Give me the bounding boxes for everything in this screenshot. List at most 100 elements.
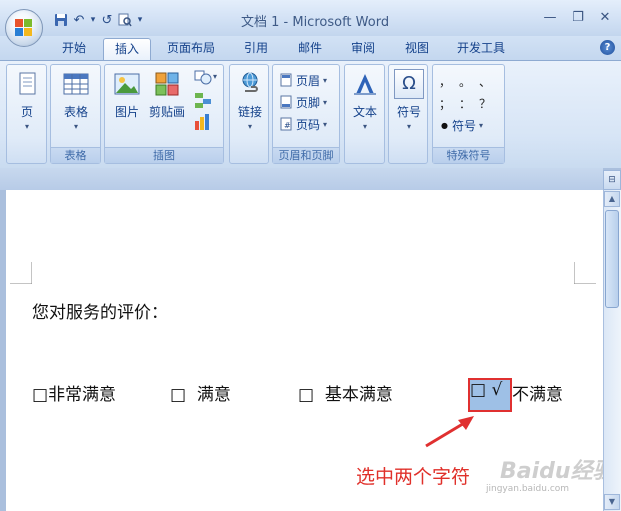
chart-icon[interactable] [193, 113, 213, 131]
checkbox-icon: □ [32, 385, 49, 405]
links-group: 链接 ▾ [229, 64, 269, 164]
crop-mark-left [10, 262, 32, 284]
links-button[interactable]: 链接 ▾ [232, 69, 268, 131]
tab-insert[interactable]: 插入 [103, 38, 151, 60]
option-unsatisfied: 不满意 [512, 380, 563, 405]
view-ruler-icon[interactable]: ⊟ [603, 170, 621, 190]
symbol-semicolon[interactable]: ； [439, 95, 451, 112]
option-label: 非常满意 [48, 385, 117, 405]
crop-mark-right [574, 262, 596, 284]
page-number-icon: # [280, 117, 292, 131]
minimize-button[interactable]: — [537, 7, 563, 27]
checkbox-icon: □ [298, 385, 315, 405]
symbol-comma[interactable]: ， [439, 73, 451, 90]
symbol-colon[interactable]: ： [459, 95, 471, 112]
ribbon: 页 ▾ 表格 ▾ 表格 图片 剪贴画 ▾ 插图 链接 ▾ 页眉 ▾ 页脚 ▾ #… [0, 60, 621, 168]
tab-mailings[interactable]: 邮件 [290, 38, 330, 60]
tab-home[interactable]: 开始 [54, 38, 94, 60]
clipart-label: 剪贴画 [148, 105, 185, 119]
chevron-down-icon: ▾ [479, 120, 484, 130]
restore-button[interactable]: ❐ [565, 7, 591, 27]
text-group: 文本 ▾ [344, 64, 385, 164]
symbols-label: 符号 [396, 105, 421, 119]
option-very-satisfied: □非常满意 [32, 380, 116, 405]
special-symbols-group-label: 特殊符号 [433, 147, 504, 163]
text-button[interactable]: 文本 ▾ [347, 69, 383, 131]
links-label: 链接 [237, 105, 262, 119]
scroll-down-button[interactable]: ▼ [604, 494, 620, 510]
symbol-enumeration-comma[interactable]: 、 [479, 73, 491, 90]
illustrations-group: 图片 剪贴画 ▾ 插图 [104, 64, 224, 164]
link-icon [235, 69, 265, 99]
shapes-icon[interactable]: ▾ [193, 69, 219, 87]
tab-page-layout[interactable]: 页面布局 [160, 38, 222, 60]
pages-group: 页 ▾ [6, 64, 47, 164]
page-icon [12, 69, 42, 99]
option-satisfied: □ 满意 [170, 380, 231, 405]
footer-label: 页脚 [296, 95, 321, 110]
picture-icon [112, 69, 142, 99]
option-label: 满意 [196, 385, 231, 405]
picture-label: 图片 [114, 105, 139, 119]
special-symbol-label: 符号 [451, 118, 476, 133]
tab-view[interactable]: 视图 [397, 38, 437, 60]
special-symbols-group: ， 。 、 ； ： ？ ● 符号 ▾ 特殊符号 [432, 64, 505, 164]
undo-icon[interactable]: ↶ [70, 11, 88, 29]
ruler-strip [0, 168, 603, 190]
header-footer-group: 页眉 ▾ 页脚 ▾ # 页码 ▾ 页眉和页脚 [272, 64, 340, 164]
special-symbol-dropdown[interactable]: ● 符号 ▾ [441, 116, 483, 134]
page-number-button[interactable]: # 页码 ▾ [279, 115, 327, 133]
save-icon[interactable] [52, 11, 70, 29]
pages-label: 页 [20, 105, 33, 119]
watermark-url: jingyan.baidu.com [486, 484, 570, 494]
selected-text: □ √ [470, 380, 503, 400]
window-title: 文档 1 - Microsoft Word [241, 15, 390, 30]
tab-references[interactable]: 引用 [236, 38, 276, 60]
bullet-icon: ● [441, 120, 448, 130]
redo-icon[interactable]: ↺ [98, 11, 116, 29]
table-label: 表格 [63, 105, 88, 119]
clipart-button[interactable]: 剪贴画 [147, 69, 187, 120]
chevron-down-icon: ▾ [323, 119, 328, 129]
annotation-text: 选中两个字符 [356, 466, 471, 488]
table-icon [61, 69, 91, 99]
chevron-down-icon: ▾ [406, 122, 411, 131]
scrollbar-thumb[interactable] [605, 210, 619, 308]
chevron-down-icon: ▾ [73, 122, 78, 131]
header-icon [280, 73, 292, 87]
header-label: 页眉 [296, 73, 321, 88]
footer-button[interactable]: 页脚 ▾ [279, 93, 327, 111]
smartart-icon[interactable] [193, 91, 213, 109]
close-button[interactable]: ✕ [592, 7, 618, 27]
scroll-up-button[interactable]: ▲ [604, 191, 620, 207]
symbol-question[interactable]: ？ [479, 95, 491, 112]
table-button[interactable]: 表格 ▾ [54, 69, 98, 131]
option-label: 不满意 [512, 385, 563, 405]
text-label: 文本 [352, 105, 377, 119]
tab-developer[interactable]: 开发工具 [450, 38, 512, 60]
chevron-down-icon: ▾ [323, 97, 328, 107]
office-button[interactable] [5, 9, 43, 47]
picture-button[interactable]: 图片 [109, 69, 145, 120]
print-preview-icon[interactable] [116, 11, 134, 29]
pages-button[interactable]: 页 ▾ [10, 69, 44, 131]
table-group-label: 表格 [51, 147, 100, 163]
header-footer-group-label: 页眉和页脚 [273, 147, 339, 163]
symbol-period[interactable]: 。 [459, 73, 471, 90]
baidu-watermark: Baidu经验 [500, 459, 615, 484]
help-icon[interactable]: ? [600, 40, 615, 55]
undo-dropdown-icon[interactable]: ▾ [88, 11, 98, 29]
checkbox-icon: □ [170, 385, 187, 405]
chevron-down-icon: ▾ [362, 122, 367, 131]
header-button[interactable]: 页眉 ▾ [279, 71, 327, 89]
chevron-down-icon: ▾ [247, 122, 252, 131]
tab-review[interactable]: 审阅 [343, 38, 383, 60]
table-group: 表格 ▾ 表格 [50, 64, 101, 164]
selected-characters: □ √ [470, 380, 502, 400]
customize-toolbar-icon[interactable]: ▾ [134, 11, 146, 29]
illustrations-group-label: 插图 [105, 147, 223, 163]
symbols-button[interactable]: Ω 符号 ▾ [391, 69, 427, 131]
omega-icon: Ω [394, 69, 424, 99]
svg-text:▾: ▾ [213, 72, 217, 81]
option-label: 基本满意 [324, 385, 393, 405]
